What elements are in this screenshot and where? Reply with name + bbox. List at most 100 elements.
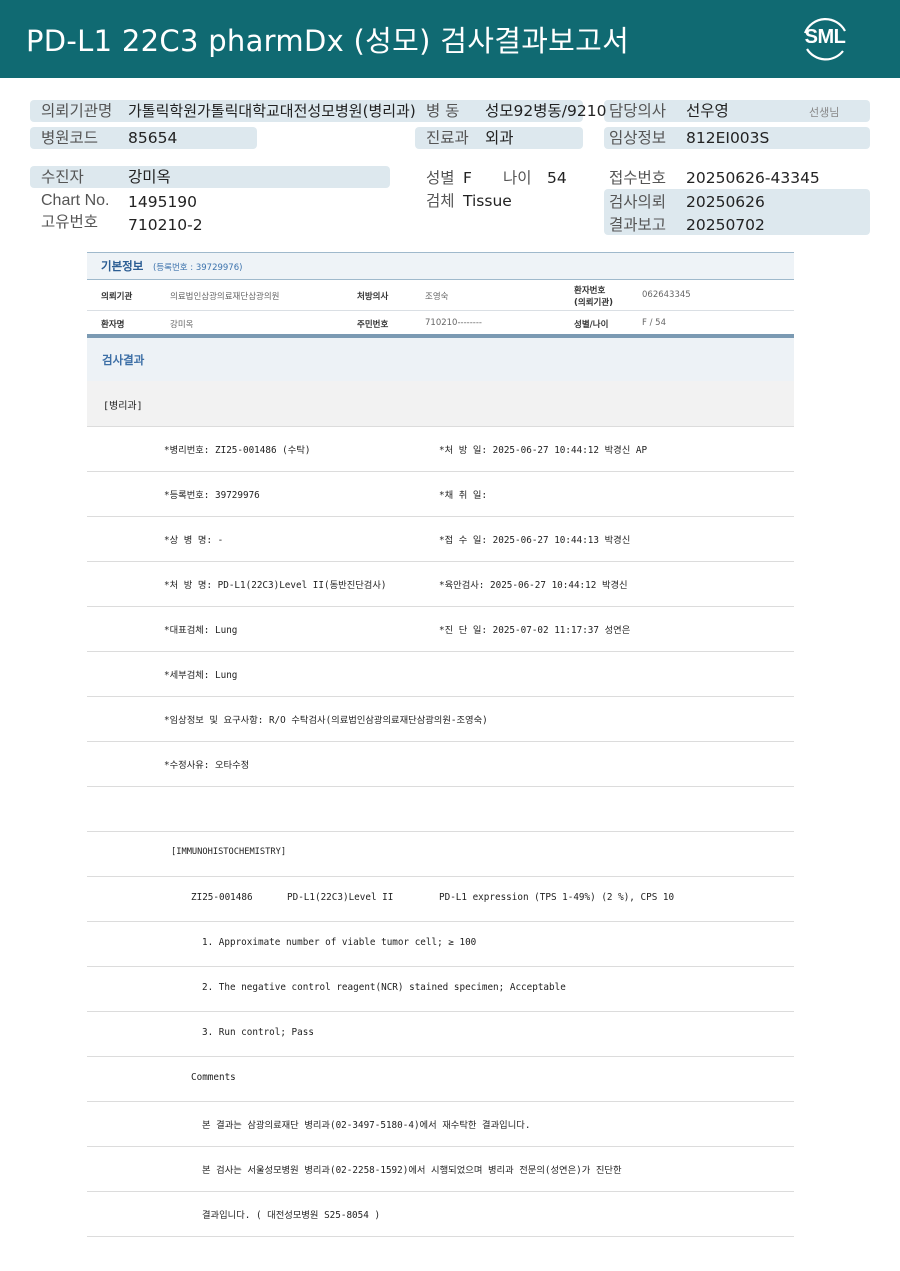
- ward-label: 병 동: [426, 102, 460, 120]
- collection-date: *채 취 일:: [439, 490, 488, 501]
- result-line-blank: [87, 786, 794, 832]
- doctor-suffix: 선생님: [809, 106, 840, 119]
- report-header: PD-L1 22C3 pharmDx (성모) 검사결과보고서 SML: [0, 0, 900, 78]
- chart-no-value: 1495190: [128, 193, 198, 211]
- item-3: 3. Run control; Pass: [202, 1027, 314, 1038]
- request-date-label: 검사의뢰: [609, 193, 667, 211]
- patient-label: 수진자: [41, 168, 84, 186]
- comment-3: 결과입니다. ( 대전성모병원 S25-8054 ): [202, 1210, 381, 1221]
- result-line-3: *상 병 명: - *접 수 일: 2025-06-27 10:44:13 박경…: [87, 516, 794, 562]
- sub-specimen: *세부검체: Lung: [164, 670, 238, 681]
- comment-1: 본 결과는 삼광의료재단 병리과(02-3497-5180-4)에서 재수탁한 …: [202, 1120, 531, 1131]
- dept-row: [병리과]: [87, 381, 794, 427]
- basic-info-reg: (등록번호 : 39729976): [153, 263, 243, 273]
- result-line-item1: 1. Approximate number of viable tumor ce…: [87, 921, 794, 967]
- ihc-test: PD-L1(22C3)Level II: [287, 892, 394, 903]
- results-header: 검사결과: [87, 336, 794, 383]
- diagnosis-name: *상 병 명: -: [164, 535, 224, 546]
- basic-info-title: 기본정보: [101, 259, 144, 273]
- result-line-c3: 결과입니다. ( 대전성모병원 S25-8054 ): [87, 1191, 794, 1237]
- result-line-4: *처 방 명: PD-L1(22C3)Level II(동반진단검사) *육안검…: [87, 561, 794, 607]
- dept-label: [병리과]: [103, 401, 143, 412]
- chart-no-label: Chart No.: [41, 192, 110, 209]
- diagnosis-date: *진 단 일: 2025-07-02 11:17:37 성연은: [439, 625, 631, 636]
- basic-info-header: 기본정보 (등록번호 : 39729976): [87, 252, 794, 280]
- gross-exam-date: *육안검사: 2025-06-27 10:44:12 박경신: [439, 580, 628, 591]
- result-line-c1: 본 결과는 삼광의료재단 병리과(02-3497-5180-4)에서 재수탁한 …: [87, 1101, 794, 1147]
- clinical-info-value: 812EI003S: [686, 129, 770, 147]
- item-1: 1. Approximate number of viable tumor ce…: [202, 937, 477, 948]
- presc-value: 조영숙: [425, 292, 449, 302]
- result-line-8: *수정사유: 오타수정: [87, 741, 794, 787]
- institution-label: 의뢰기관명: [41, 102, 113, 120]
- department-label: 진료과: [426, 129, 469, 147]
- revision-reason: *수정사유: 오타수정: [164, 760, 250, 771]
- info-bar-patient: [30, 166, 390, 188]
- result-line-ihc: [IMMUNOHISTOCHEMISTRY]: [87, 831, 794, 877]
- specimen-label: 검체: [426, 192, 455, 210]
- pt-no-label-2: (의뢰기관): [574, 298, 614, 308]
- result-line-c2: 본 검사는 서울성모병원 병리과(02-2258-1592)에서 시행되었으며 …: [87, 1146, 794, 1192]
- prescription-date: *처 방 일: 2025-06-27 10:44:12 박경신 AP: [439, 445, 648, 456]
- ihc-heading: [IMMUNOHISTOCHEMISTRY]: [171, 847, 287, 857]
- receipt-no-label: 접수번호: [609, 169, 667, 187]
- basic-row-2: 환자명 강미옥 주민번호 710210-------- 성별/나이 F / 54: [87, 311, 794, 336]
- pt-no-value: 062643345: [642, 290, 691, 300]
- inst-label: 의뢰기관: [101, 292, 133, 302]
- institution-value: 가톨릭학원가톨릭대학교대전성모병원(병리과): [128, 102, 416, 120]
- pathology-no: *병리번호: ZI25-001486 (수탁): [164, 445, 311, 456]
- name-value: 강미옥: [170, 320, 194, 330]
- specimen-value: Tissue: [463, 192, 512, 210]
- registration-no: *등록번호: 39729976: [164, 490, 260, 501]
- ihc-result: PD-L1 expression (TPS 1-49%) (2 %), CPS …: [439, 892, 675, 903]
- ward-value: 성모92병동/9210: [485, 102, 607, 120]
- basic-row-1: 의뢰기관 의료법인삼광의료재단삼광의원 처방의사 조영숙 환자번호 (의뢰기관)…: [87, 280, 794, 311]
- prescription-name: *처 방 명: PD-L1(22C3)Level II(동반진단검사): [164, 580, 387, 591]
- comment-2: 본 검사는 서울성모병원 병리과(02-2258-1592)에서 시행되었으며 …: [202, 1165, 622, 1176]
- pt-no-label-1: 환자번호: [574, 286, 606, 296]
- result-line-6: *세부검체: Lung: [87, 651, 794, 697]
- sml-logo: SML: [797, 13, 853, 67]
- result-line-comments: Comments: [87, 1056, 794, 1102]
- age-label: 나이: [503, 169, 532, 187]
- logo-text: SML: [804, 26, 846, 48]
- rrn-value: 710210--------: [425, 318, 482, 328]
- department-value: 외과: [485, 129, 514, 147]
- report-date-value: 20250702: [686, 216, 765, 234]
- request-date-value: 20250626: [686, 193, 765, 211]
- result-line-5: *대표검체: Lung *진 단 일: 2025-07-02 11:17:37 …: [87, 606, 794, 652]
- hospital-code-label: 병원코드: [41, 129, 99, 147]
- report-date-label: 결과보고: [609, 216, 667, 234]
- comments-heading: Comments: [191, 1072, 236, 1083]
- result-line-1: *병리번호: ZI25-001486 (수탁) *처 방 일: 2025-06-…: [87, 426, 794, 472]
- report-title: PD-L1 22C3 pharmDx (성모) 검사결과보고서: [26, 24, 630, 58]
- result-line-2: *등록번호: 39729976 *채 취 일:: [87, 471, 794, 517]
- unique-no-value: 710210-2: [128, 216, 203, 234]
- receipt-date: *접 수 일: 2025-06-27 10:44:13 박경신: [439, 535, 631, 546]
- presc-label: 처방의사: [357, 292, 389, 302]
- sexage-label: 성별/나이: [574, 320, 609, 330]
- hospital-code-value: 85654: [128, 129, 178, 147]
- sex-value: F: [463, 169, 472, 187]
- sex-label: 성별: [426, 169, 455, 187]
- sexage-value: F / 54: [642, 318, 666, 328]
- clinical-info-label: 임상정보: [609, 129, 667, 147]
- receipt-no-value: 20250626-43345: [686, 169, 820, 187]
- result-line-ihc-result: ZI25-001486 PD-L1(22C3)Level II PD-L1 ex…: [87, 876, 794, 922]
- unique-no-label: 고유번호: [41, 213, 99, 231]
- clinical-request: *임상정보 및 요구사항: R/O 수탁검사(의료법인삼광의료재단삼광의원-조영…: [164, 715, 488, 726]
- rrn-label: 주민번호: [357, 320, 389, 330]
- results-title: 검사결과: [102, 353, 145, 367]
- ihc-id: ZI25-001486: [191, 892, 253, 903]
- inst-value: 의료법인삼광의료재단삼광의원: [170, 292, 280, 302]
- doctor-value: 선우영: [686, 102, 729, 120]
- result-line-item3: 3. Run control; Pass: [87, 1011, 794, 1057]
- result-line-item2: 2. The negative control reagent(NCR) sta…: [87, 966, 794, 1012]
- result-line-7: *임상정보 및 요구사항: R/O 수탁검사(의료법인삼광의료재단삼광의원-조영…: [87, 696, 794, 742]
- item-2: 2. The negative control reagent(NCR) sta…: [202, 982, 566, 993]
- doctor-label: 담당의사: [609, 102, 667, 120]
- patient-value: 강미옥: [128, 168, 171, 186]
- name-label: 환자명: [101, 320, 125, 330]
- age-value: 54: [547, 169, 567, 187]
- main-specimen: *대표검체: Lung: [164, 625, 238, 636]
